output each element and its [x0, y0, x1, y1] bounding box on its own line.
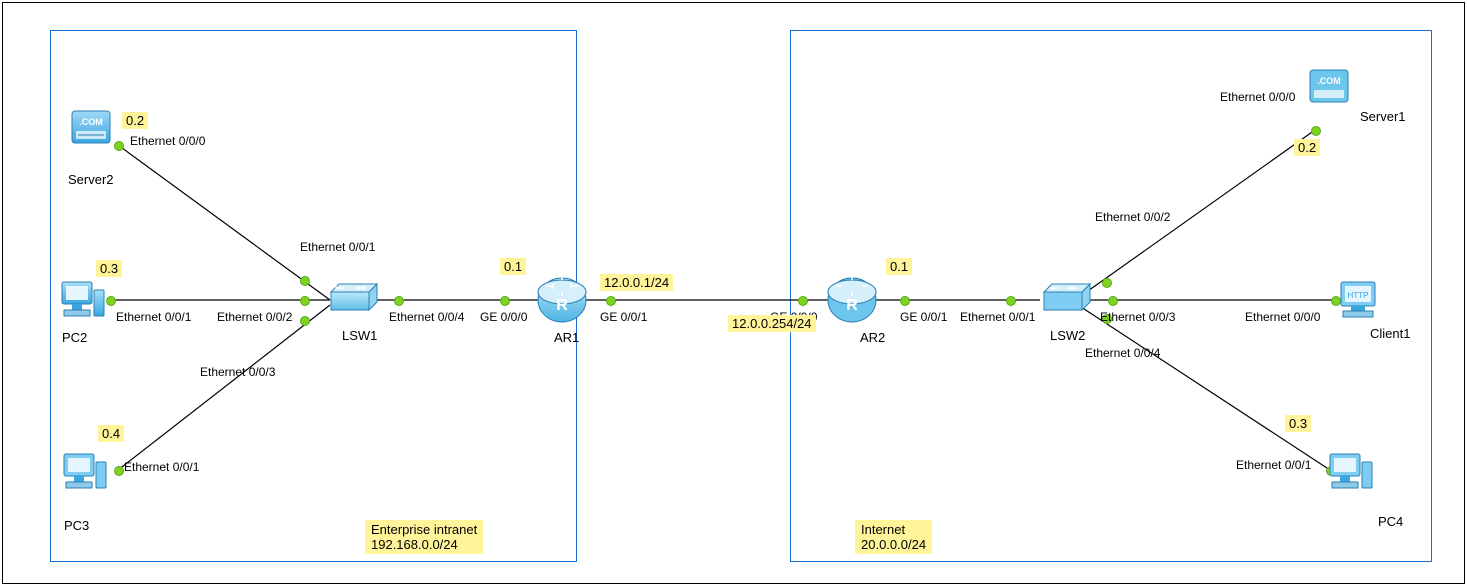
svg-text:.COM: .COM	[1317, 76, 1341, 86]
ar1-ip: 0.1	[500, 259, 526, 274]
server2-iface: Ethernet 0/0/0	[130, 134, 205, 148]
pc4-ip: 0.3	[1285, 416, 1311, 431]
ar2-ge001: GE 0/0/1	[900, 310, 947, 324]
device-pc3-label: PC3	[64, 518, 89, 533]
pc2-iface: Ethernet 0/0/1	[116, 310, 191, 324]
ar1-wan-ip: 12.0.0.1/24	[600, 275, 673, 290]
device-lsw1[interactable]	[325, 278, 379, 318]
lsw1-e004: Ethernet 0/0/4	[389, 310, 464, 324]
pc2-ip: 0.3	[96, 261, 122, 276]
switch-icon	[325, 278, 379, 318]
network-topology-canvas: { "zones": { "left": { "title": "Enterpr…	[0, 0, 1467, 586]
switch-icon	[1038, 278, 1092, 318]
device-client1[interactable]: HTTP	[1335, 276, 1389, 322]
pc-icon	[58, 276, 108, 326]
zone-internet-label: Internet 20.0.0.0/24	[855, 520, 932, 554]
endpoint-dot	[1108, 296, 1118, 306]
lsw2-e001: Ethernet 0/0/1	[960, 310, 1035, 324]
device-client1-label: Client1	[1370, 326, 1410, 341]
pc-icon	[60, 448, 110, 498]
endpoint-dot	[394, 296, 404, 306]
client1-iface: Ethernet 0/0/0	[1245, 310, 1320, 324]
ar2-ip: 0.1	[886, 259, 912, 274]
endpoint-dot	[1102, 278, 1112, 288]
svg-text:.COM: .COM	[79, 117, 103, 127]
zone-enterprise-label: Enterprise intranet 192.168.0.0/24	[365, 520, 483, 554]
server1-ip: 0.2	[1294, 140, 1320, 155]
device-lsw2-label: LSW2	[1050, 328, 1085, 343]
device-pc3[interactable]	[60, 448, 110, 498]
lsw1-e002: Ethernet 0/0/2	[217, 310, 292, 324]
pc-icon	[1326, 448, 1376, 498]
pc3-ip: 0.4	[98, 426, 124, 441]
device-server1[interactable]: .COM	[1306, 64, 1352, 110]
endpoint-dot	[300, 296, 310, 306]
router-icon: R	[824, 272, 880, 328]
device-server2-label: Server2	[68, 172, 114, 187]
device-server2[interactable]: .COM	[68, 105, 114, 151]
router-icon: R	[534, 272, 590, 328]
svg-text:R: R	[846, 297, 858, 314]
pc3-iface: Ethernet 0/0/1	[124, 460, 199, 474]
endpoint-dot	[500, 296, 510, 306]
lsw2-e002: Ethernet 0/0/2	[1095, 210, 1170, 224]
svg-text:R: R	[556, 297, 568, 314]
endpoint-dot	[300, 276, 310, 286]
device-lsw2[interactable]	[1038, 278, 1092, 318]
endpoint-dot	[900, 296, 910, 306]
endpoint-dot	[606, 296, 616, 306]
pc4-iface: Ethernet 0/0/1	[1236, 458, 1311, 472]
server-icon: .COM	[1306, 64, 1352, 110]
device-ar2-label: AR2	[860, 330, 885, 345]
endpoint-dot	[1006, 296, 1016, 306]
device-ar1[interactable]: R	[534, 272, 590, 328]
device-pc2[interactable]	[58, 276, 108, 326]
server1-iface: Ethernet 0/0/0	[1220, 90, 1295, 104]
client-icon: HTTP	[1335, 276, 1389, 322]
server2-ip: 0.2	[122, 113, 148, 128]
endpoint-dot	[114, 141, 124, 151]
device-ar2[interactable]: R	[824, 272, 880, 328]
device-pc4[interactable]	[1326, 448, 1376, 498]
device-ar1-label: AR1	[554, 330, 579, 345]
ar2-wan-ip: 12.0.0.254/24	[728, 316, 816, 331]
device-server1-label: Server1	[1360, 109, 1406, 124]
device-pc2-label: PC2	[62, 330, 87, 345]
server-icon: .COM	[68, 105, 114, 151]
device-pc4-label: PC4	[1378, 514, 1403, 529]
device-lsw1-label: LSW1	[342, 328, 377, 343]
lsw1-e001: Ethernet 0/0/1	[300, 240, 375, 254]
endpoint-dot	[1311, 126, 1321, 136]
lsw1-e003: Ethernet 0/0/3	[200, 365, 275, 379]
ar1-ge000: GE 0/0/0	[480, 310, 527, 324]
endpoint-dot	[114, 466, 124, 476]
endpoint-dot	[300, 316, 310, 326]
ar1-ge001: GE 0/0/1	[600, 310, 647, 324]
zone-enterprise	[50, 30, 577, 562]
lsw2-e004: Ethernet 0/0/4	[1085, 346, 1160, 360]
svg-text:HTTP: HTTP	[1348, 291, 1369, 300]
lsw2-e003: Ethernet 0/0/3	[1100, 310, 1175, 324]
endpoint-dot	[798, 296, 808, 306]
